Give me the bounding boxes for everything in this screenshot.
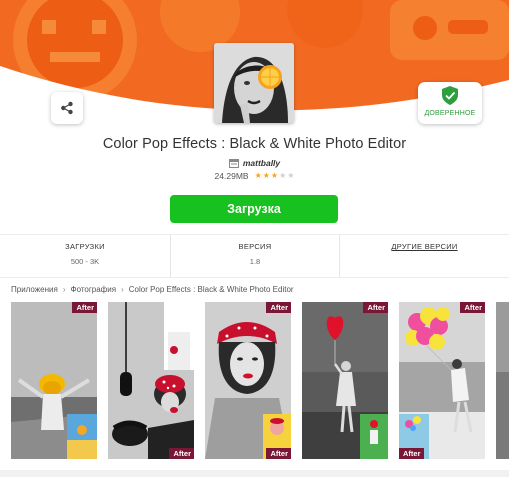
developer-name[interactable]: mattbally [243, 158, 280, 168]
star-empty-icon: ★ [279, 171, 287, 180]
app-icon-image [214, 43, 294, 123]
screenshot-5[interactable]: After After [399, 302, 485, 459]
share-icon [61, 101, 73, 115]
app-title: Color Pop Effects : Black & White Photo … [102, 136, 407, 152]
shield-check-icon [442, 86, 458, 105]
screenshot-4[interactable]: After [302, 302, 388, 459]
version-value: 1.8 [249, 257, 261, 266]
after-tag: After [460, 302, 485, 313]
rating-stars: ★ ★ ★ ★ ★ [255, 172, 295, 180]
screenshot-1[interactable]: After [11, 302, 97, 459]
screenshot-6[interactable] [496, 302, 509, 459]
stat-other-versions: ДРУГИЕ ВЕРСИИ [339, 235, 509, 277]
chevron-right-icon: › [121, 285, 124, 294]
star-filled-icon: ★ [270, 171, 279, 180]
screenshot-3[interactable]: After After [205, 302, 291, 459]
developer-icon [228, 158, 239, 168]
after-tag: After [363, 302, 388, 313]
breadcrumb-item-current: Color Pop Effects : Black & White Photo … [128, 285, 294, 294]
chevron-right-icon: › [62, 285, 66, 294]
download-button[interactable]: Загрузка [170, 195, 338, 223]
version-label: ВЕРСИЯ [238, 242, 272, 251]
star-filled-icon: ★ [254, 171, 262, 180]
stats-bar: ЗАГРУЗКИ 500 - 3K ВЕРСИЯ 1.8 ДРУГИЕ ВЕРС… [0, 234, 509, 278]
after-tag: After [266, 302, 291, 313]
breadcrumb-item-apps[interactable]: Приложения [11, 285, 58, 294]
stat-version: ВЕРСИЯ 1.8 [170, 235, 339, 277]
downloads-label: ЗАГРУЗКИ [65, 242, 105, 251]
after-tag: After [169, 448, 194, 459]
header-banner: ДОВЕРЕННОЕ [0, 0, 509, 140]
file-size: 24.29MB [214, 171, 249, 181]
verified-badge: ДОВЕРЕННОЕ [418, 82, 482, 124]
share-button[interactable] [51, 92, 83, 124]
breadcrumb-item-photography[interactable]: Фотография [70, 285, 116, 294]
verified-label: ДОВЕРЕННОЕ [424, 110, 476, 117]
app-page: ДОВЕРЕННОЕ Color Pop Effects : Black & W… [0, 0, 509, 477]
downloads-value: 500 - 3K [70, 257, 100, 266]
developer-row[interactable]: mattbally [0, 157, 509, 169]
star-filled-icon: ★ [262, 171, 270, 180]
other-versions-link[interactable]: ДРУГИЕ ВЕРСИИ [391, 242, 457, 251]
star-empty-icon: ★ [287, 171, 295, 180]
screenshots-gallery: After After After After After After Afte… [0, 302, 509, 459]
after-tag: After [266, 448, 291, 459]
page-bottom-divider [0, 470, 509, 477]
after-tag: After [72, 302, 97, 313]
meta-row: 24.29MB ★ ★ ★ ★ ★ [0, 171, 509, 181]
screenshot-2[interactable]: After [108, 302, 194, 459]
stat-downloads: ЗАГРУЗКИ 500 - 3K [0, 235, 170, 277]
after-tag: After [399, 448, 424, 459]
breadcrumb: Приложения › Фотография › Color Pop Effe… [11, 285, 294, 294]
